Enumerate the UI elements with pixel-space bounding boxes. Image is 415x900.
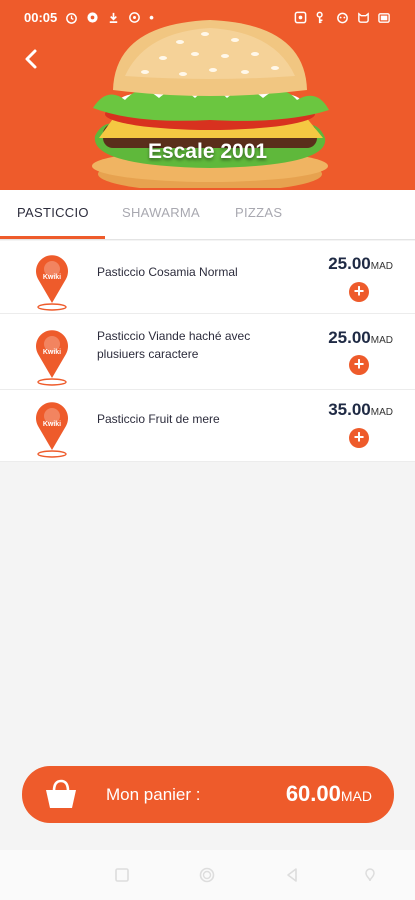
key-icon [316,11,323,23]
product-name: Pasticcio Cosamia Normal [97,265,238,279]
list-item[interactable]: Kwiki Pasticcio Fruit de mere 35.00MAD + [0,390,415,462]
add-button[interactable]: + [349,428,369,448]
cart-button[interactable]: Mon panier : 60.00MAD [22,766,394,823]
cart-label: Mon panier : [106,785,201,804]
home-icon[interactable] [199,867,215,883]
basket-icon [46,779,76,808]
tab-pizzas[interactable]: PIZZAS [235,190,282,238]
assistant-icon[interactable] [362,867,378,883]
restaurant-name: Escale 2001 [147,140,268,163]
kwiki-logo: Kwiki [36,402,68,458]
product-price: 35.00MAD [328,400,393,420]
price-value: 35.00 [328,400,371,419]
face-icon [337,12,348,23]
add-button[interactable]: + [349,355,369,375]
add-button[interactable]: + [349,282,369,302]
system-nav-bar [0,850,415,900]
sync-icon [129,11,141,23]
cat-icon [358,11,369,23]
settings-icon [87,11,98,23]
back-arrow-icon[interactable] [18,45,46,73]
hero-banner: 00:05 • Escale 2001 [0,0,415,190]
price-value: 25.00 [328,328,371,347]
cart-total: 60.00MAD [286,781,372,807]
price-value: 25.00 [328,254,371,273]
gallery-icon [294,11,307,23]
category-tabs: PASTICCIO SHAWARMA PIZZAS [0,190,415,240]
product-name: Pasticcio Viande haché avec plusiuers ca… [97,329,251,361]
price-currency: MAD [370,335,393,346]
logo-text: Kwiki [43,421,61,428]
active-tab-indicator [0,236,105,239]
battery-icon [378,12,390,23]
list-item[interactable]: Kwiki Pasticcio Cosamia Normal 25.00MAD … [0,241,415,314]
download-icon [110,12,118,23]
price-currency: MAD [370,407,393,418]
logo-text: Kwiki [43,349,61,356]
product-list: Kwiki Pasticcio Cosamia Normal 25.00MAD … [0,241,415,462]
alarm-icon [66,12,78,24]
product-price: 25.00MAD [328,254,393,274]
status-bar: 00:05 • [0,0,415,34]
price-currency: MAD [370,261,393,272]
product-price: 25.00MAD [328,328,393,348]
kwiki-logo: Kwiki [36,330,68,386]
kwiki-logo: Kwiki [36,255,68,311]
product-name: Pasticcio Fruit de mere [97,412,220,426]
recents-icon[interactable] [114,867,130,883]
tab-pasticcio[interactable]: PASTICCIO [17,190,89,238]
list-item[interactable]: Kwiki Pasticcio Viande haché avec plusiu… [0,314,415,390]
logo-text: Kwiki [43,274,61,281]
back-icon[interactable] [284,867,300,883]
status-dot: • [149,9,154,25]
status-time: 00:05 [24,9,58,25]
tab-shawarma[interactable]: SHAWARMA [122,190,200,238]
cart-total-value: 60.00 [285,781,341,806]
cart-currency: MAD [340,788,372,804]
